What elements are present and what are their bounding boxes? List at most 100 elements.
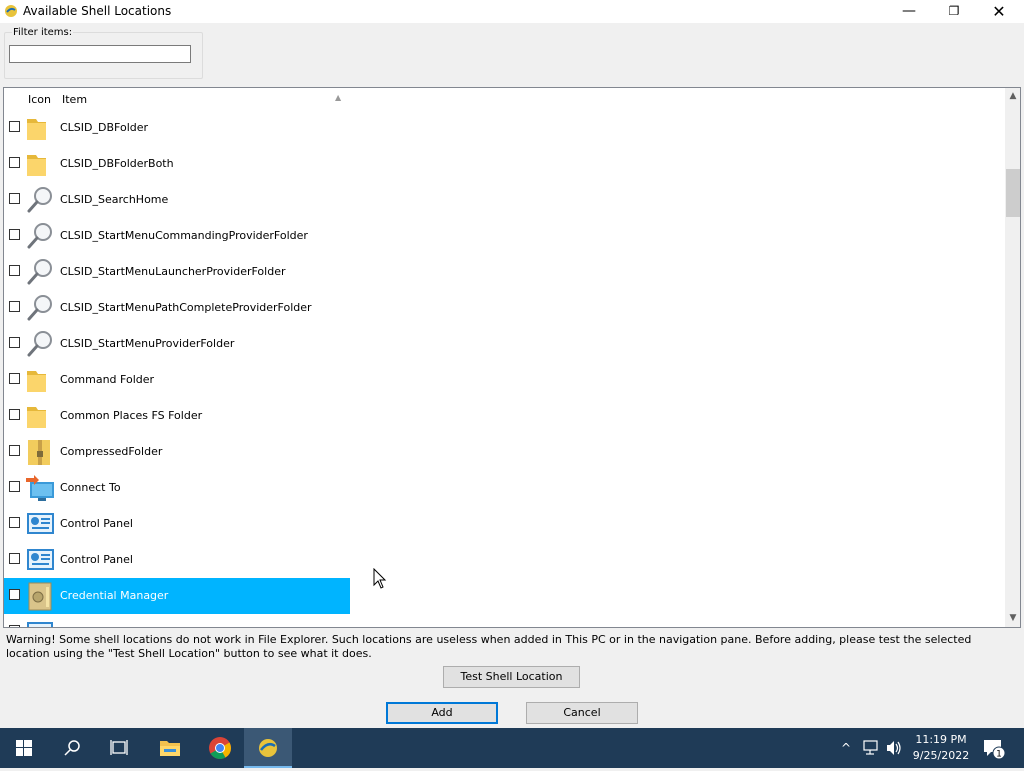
- folder-icon: [24, 148, 56, 180]
- row-checkbox[interactable]: [9, 589, 20, 600]
- chrome-icon: [209, 737, 231, 759]
- row-label: Command Folder: [60, 373, 155, 386]
- task-view-icon: [110, 740, 128, 755]
- list-row[interactable]: CLSID_StartMenuCommandingProviderFolder: [4, 218, 350, 254]
- close-button[interactable]: ✕: [976, 0, 1022, 23]
- volume-icon[interactable]: [885, 728, 903, 768]
- maximize-button[interactable]: ❐: [931, 0, 977, 23]
- control-panel-icon: [24, 544, 56, 576]
- search-icon: [64, 740, 80, 756]
- row-label: CLSID_SearchHome: [60, 193, 169, 206]
- row-label: Control Panel: [60, 553, 133, 566]
- row-label: CLSID_StartMenuProviderFolder: [60, 337, 235, 350]
- row-checkbox[interactable]: [9, 229, 20, 240]
- magnifier-icon: [24, 328, 56, 360]
- window-title: Available Shell Locations: [23, 4, 172, 18]
- list-row[interactable]: Control Panel: [4, 506, 350, 542]
- winaero-app-icon: [259, 739, 277, 757]
- row-checkbox[interactable]: [9, 445, 20, 456]
- row-label: Control Panel: [60, 517, 133, 530]
- magnifier-icon: [24, 220, 56, 252]
- winaero-taskbar-button[interactable]: [244, 728, 292, 768]
- row-label: CLSID_DBFolderBoth: [60, 157, 174, 170]
- zip-folder-icon: [24, 436, 56, 468]
- task-view-button[interactable]: [96, 728, 144, 768]
- list-row[interactable]: Connect To: [4, 470, 350, 506]
- file-explorer-taskbar-button[interactable]: [146, 728, 194, 768]
- windows-logo-icon: [16, 740, 32, 756]
- list-row[interactable]: CLSID_DBFolder: [4, 110, 350, 146]
- shell-locations-list[interactable]: Icon Item ▲ CLSID_DBFolder CLSID_DBFolder…: [3, 87, 1021, 628]
- row-checkbox[interactable]: [9, 193, 20, 204]
- list-row[interactable]: Command Folder: [4, 362, 350, 398]
- action-center-icon[interactable]: 1: [981, 736, 1005, 760]
- test-shell-location-button[interactable]: Test Shell Location: [443, 666, 580, 688]
- row-label: CLSID_DBFolder: [60, 121, 149, 134]
- notification-count: 1: [996, 750, 1002, 760]
- row-label: Credential Manager: [60, 589, 169, 602]
- start-button[interactable]: [0, 728, 48, 768]
- mouse-cursor-icon: [373, 568, 387, 589]
- list-row[interactable]: CLSID_DBFolderBoth: [4, 146, 350, 182]
- column-header-icon[interactable]: Icon: [28, 93, 51, 106]
- title-bar: Available Shell Locations — ❐ ✕: [0, 0, 1024, 23]
- taskbar: ^ 11:19 PM 9/25/2022 1: [0, 728, 1024, 768]
- filter-input[interactable]: [9, 45, 191, 63]
- row-label: CLSID_StartMenuPathCompleteProviderFolde…: [60, 301, 312, 314]
- list-row[interactable]: CLSID_StartMenuLauncherProviderFolder: [4, 254, 350, 290]
- list-row[interactable]: Common Places FS Folder: [4, 398, 350, 434]
- row-checkbox[interactable]: [9, 265, 20, 276]
- list-row[interactable]: CLSID_SearchHome: [4, 182, 350, 218]
- folder-icon: [24, 364, 56, 396]
- credential-manager-icon: [24, 580, 56, 612]
- connect-to-icon: [24, 472, 56, 504]
- search-button[interactable]: [48, 728, 96, 768]
- magnifier-icon: [24, 184, 56, 216]
- clock-time: 11:19 PM: [915, 733, 967, 746]
- list-row[interactable]: CompressedFolder: [4, 434, 350, 470]
- row-checkbox[interactable]: [9, 121, 20, 132]
- chrome-taskbar-button[interactable]: [196, 728, 244, 768]
- control-panel-icon: [24, 508, 56, 540]
- warning-text: Warning! Some shell locations do not wor…: [6, 633, 972, 660]
- default-programs-icon: [24, 616, 56, 627]
- list-row[interactable]: CLSID_StartMenuPathCompleteProviderFolde…: [4, 290, 350, 326]
- row-checkbox[interactable]: [9, 553, 20, 564]
- minimize-button[interactable]: —: [886, 0, 932, 23]
- row-label: Common Places FS Folder: [60, 409, 203, 422]
- row-checkbox[interactable]: [9, 481, 20, 492]
- row-checkbox[interactable]: [9, 625, 20, 627]
- sort-ascending-icon: ▲: [335, 93, 342, 102]
- row-checkbox[interactable]: [9, 157, 20, 168]
- column-header-item[interactable]: Item: [62, 93, 87, 106]
- winaero-app-icon: [5, 5, 17, 17]
- add-button[interactable]: Add: [386, 702, 498, 724]
- filter-label: Filter items:: [12, 27, 74, 38]
- list-row[interactable]: Default Programs: [4, 614, 350, 627]
- row-checkbox[interactable]: [9, 337, 20, 348]
- magnifier-icon: [24, 292, 56, 324]
- list-row[interactable]: Control Panel: [4, 542, 350, 578]
- row-checkbox[interactable]: [9, 409, 20, 420]
- network-icon[interactable]: [862, 728, 880, 768]
- clock-date: 9/25/2022: [912, 749, 970, 762]
- scroll-down-arrow-icon[interactable]: ▼: [1005, 610, 1020, 627]
- row-label: CLSID_StartMenuLauncherProviderFolder: [60, 265, 286, 278]
- cancel-button[interactable]: Cancel: [526, 702, 638, 724]
- show-hidden-icons-chevron-icon[interactable]: ^: [838, 728, 854, 768]
- row-checkbox[interactable]: [9, 373, 20, 384]
- row-label: Connect To: [60, 481, 121, 494]
- folder-icon: [24, 112, 56, 144]
- list-row[interactable]: Credential Manager: [4, 578, 350, 614]
- file-explorer-icon: [160, 741, 180, 756]
- row-checkbox[interactable]: [9, 301, 20, 312]
- row-label: CLSID_StartMenuCommandingProviderFolder: [60, 229, 308, 242]
- row-checkbox[interactable]: [9, 517, 20, 528]
- vertical-scrollbar[interactable]: ▲ ▼: [1005, 88, 1020, 627]
- magnifier-icon: [24, 256, 56, 288]
- scrollbar-thumb[interactable]: [1006, 169, 1020, 217]
- system-clock[interactable]: 11:19 PM 9/25/2022: [908, 732, 974, 764]
- row-label: Default Programs: [60, 625, 156, 627]
- scroll-up-arrow-icon[interactable]: ▲: [1005, 88, 1020, 105]
- list-row[interactable]: CLSID_StartMenuProviderFolder: [4, 326, 350, 362]
